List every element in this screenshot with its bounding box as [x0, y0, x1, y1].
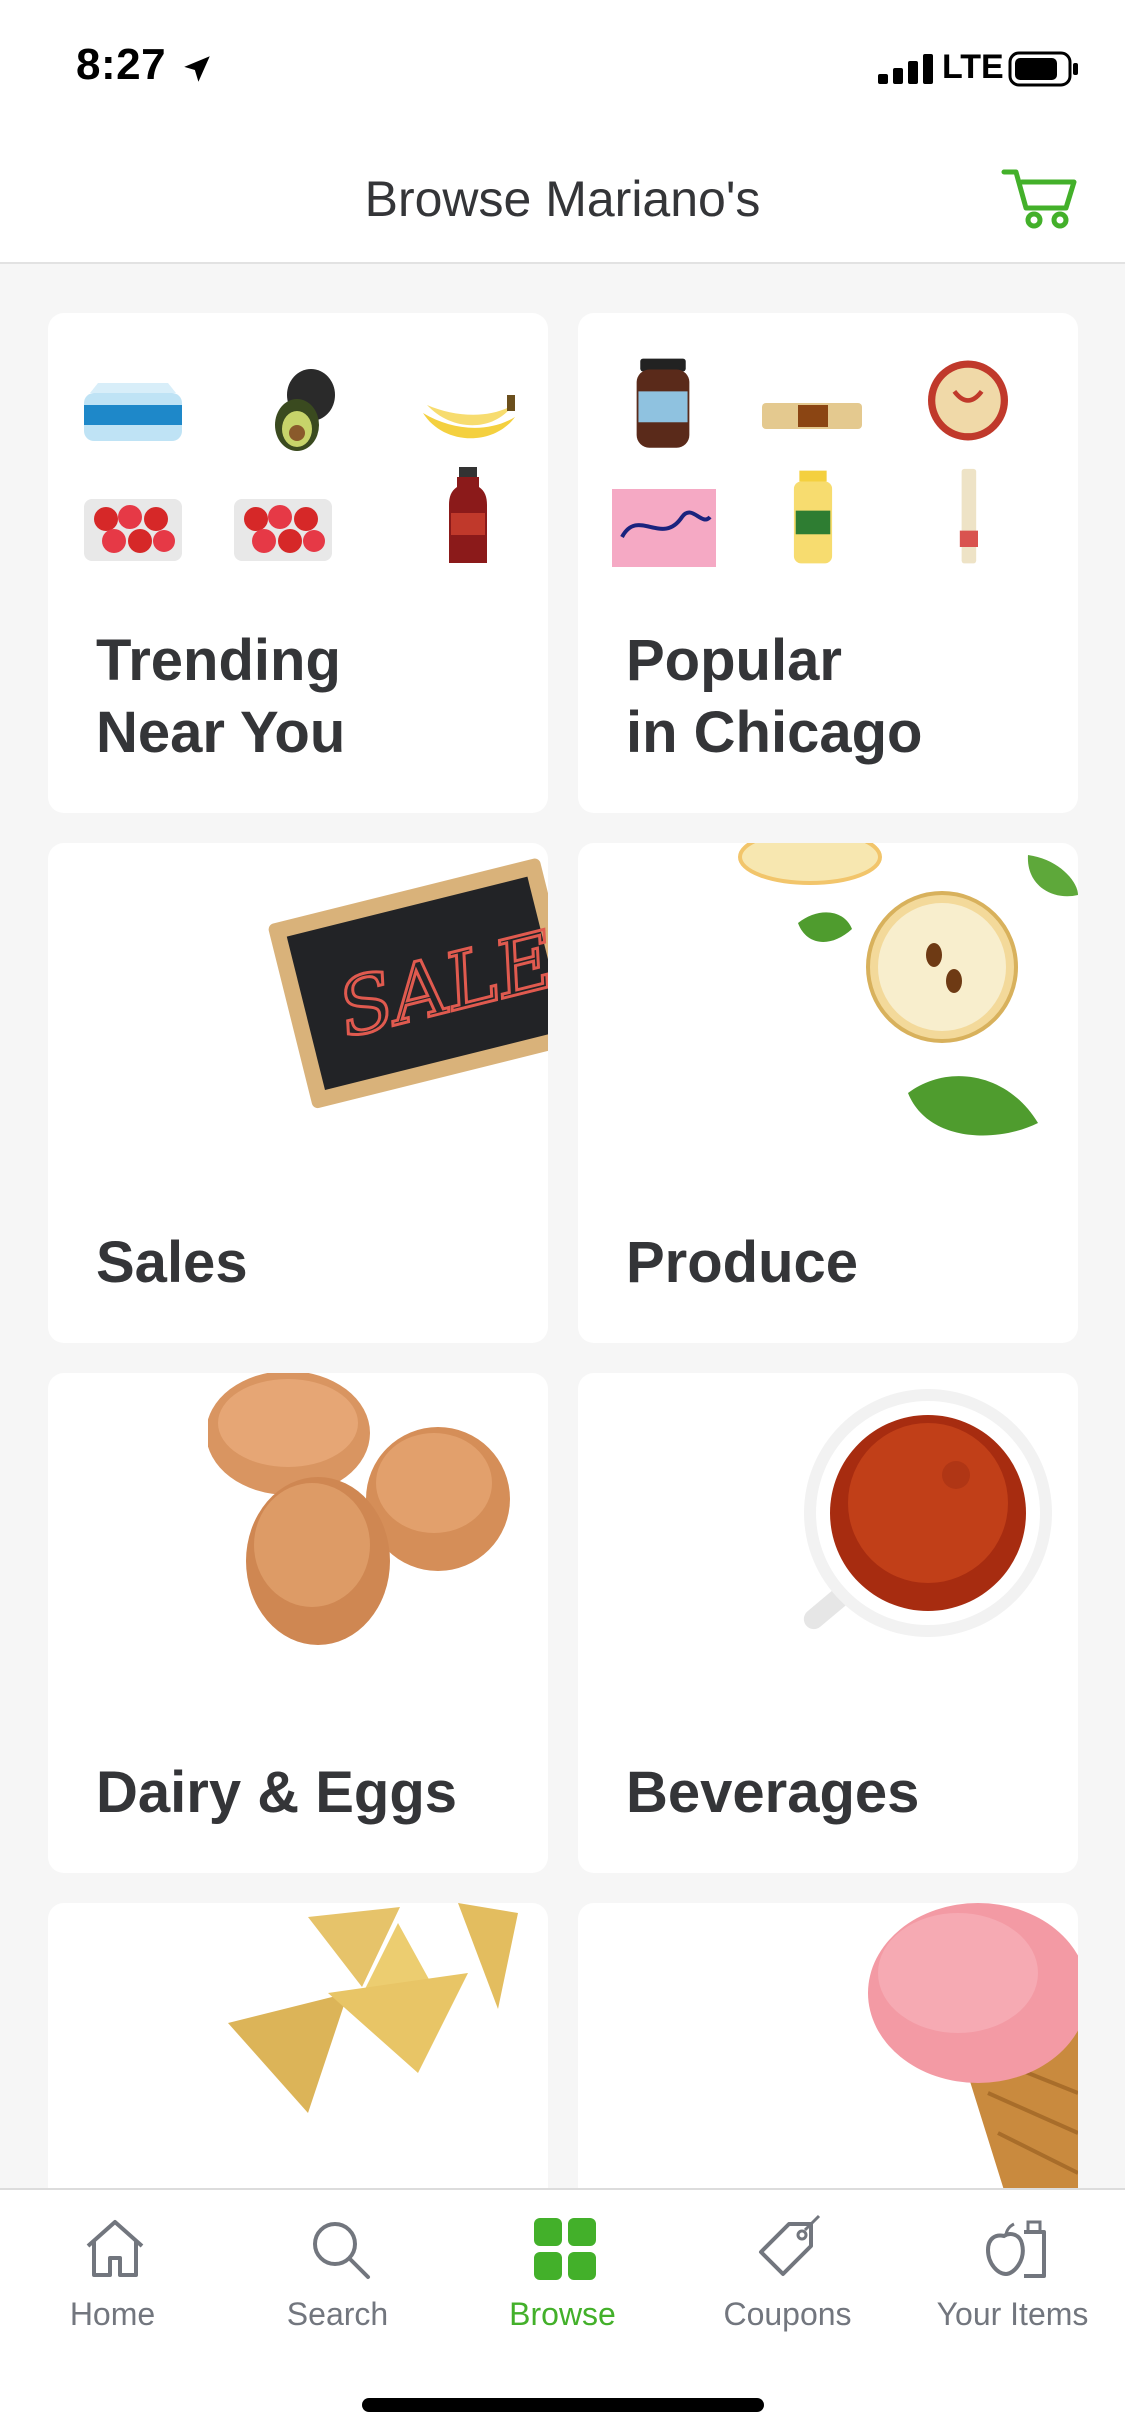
strawberries-thumbnail	[234, 499, 332, 561]
tortilla-chips-image	[228, 1903, 518, 2113]
groceries-icon	[985, 2220, 1046, 2278]
snack-bar-thumbnail	[762, 403, 862, 429]
category-card-produce[interactable]: Produce	[578, 843, 1078, 1343]
tab-label: Coupons	[723, 2296, 852, 2332]
hummus-thumbnail	[928, 360, 1008, 441]
battery-icon	[1008, 51, 1078, 87]
skewers-thumbnail	[959, 468, 978, 564]
search-icon	[313, 2222, 370, 2279]
tab-your-items[interactable]: Your Items	[900, 2190, 1125, 2360]
location-arrow-icon	[184, 56, 210, 82]
tab-home[interactable]: Home	[0, 2190, 225, 2360]
category-label: Produce	[626, 1230, 859, 1295]
page-title: Browse Mariano's	[364, 171, 761, 227]
tab-label: Your Items	[936, 2296, 1089, 2332]
cellular-signal-icon	[878, 54, 933, 84]
category-card-beverages[interactable]: Beverages	[578, 1373, 1078, 1873]
product-thumbnails	[78, 355, 518, 585]
avocado-thumbnail	[275, 369, 335, 451]
tag-icon	[759, 2214, 821, 2276]
category-card-ice-cream[interactable]	[578, 1903, 1078, 2188]
category-grid: Trending Near You Popular in Chicago SAL…	[0, 265, 1125, 2188]
lacroix-box-thumbnail	[612, 489, 716, 567]
category-label: Beverages	[626, 1760, 920, 1825]
water-bottles-thumbnail	[84, 383, 182, 441]
tab-coupons[interactable]: Coupons	[675, 2190, 900, 2360]
grid-icon	[534, 2218, 596, 2280]
home-indicator[interactable]	[362, 2398, 764, 2412]
juice-bottle-thumbnail	[449, 467, 487, 563]
category-label: Sales	[96, 1230, 248, 1295]
cart-icon[interactable]	[1000, 162, 1080, 232]
category-card-chips[interactable]	[48, 1903, 548, 2188]
category-label: Popular in Chicago	[626, 628, 923, 765]
product-thumbnails	[608, 355, 1048, 585]
tab-label: Browse	[509, 2296, 616, 2332]
network-type: LTE	[942, 48, 1004, 86]
bananas-thumbnail	[423, 395, 515, 439]
category-card-sales[interactable]: SALE Sales	[48, 843, 548, 1343]
status-time: 8:27	[76, 40, 167, 89]
eggs-image	[208, 1373, 510, 1645]
apples-image	[738, 843, 1078, 1136]
tab-browse[interactable]: Browse	[450, 2190, 675, 2360]
status-bar: 8:27 LTE	[0, 0, 1125, 132]
home-icon	[86, 2220, 144, 2277]
tea-cup-image	[803, 1389, 1052, 1637]
salsa-jar-thumbnail	[636, 358, 690, 448]
category-label: Dairy & Eggs	[96, 1760, 457, 1825]
category-card-popular[interactable]: Popular in Chicago	[578, 313, 1078, 813]
tab-label: Search	[286, 2296, 389, 2332]
ice-cream-cone-image	[868, 1903, 1078, 2188]
category-label: Trending Near You	[96, 628, 346, 765]
tab-search[interactable]: Search	[225, 2190, 450, 2360]
tab-label: Home	[69, 2296, 156, 2332]
sale-chalkboard-image: SALE	[268, 858, 548, 1109]
category-card-dairy-eggs[interactable]: Dairy & Eggs	[48, 1373, 548, 1873]
category-card-trending[interactable]: Trending Near You	[48, 313, 548, 813]
top-header: Browse Mariano's	[0, 132, 1125, 264]
butter-jar-thumbnail	[793, 470, 833, 564]
strawberries-thumbnail	[84, 499, 182, 561]
